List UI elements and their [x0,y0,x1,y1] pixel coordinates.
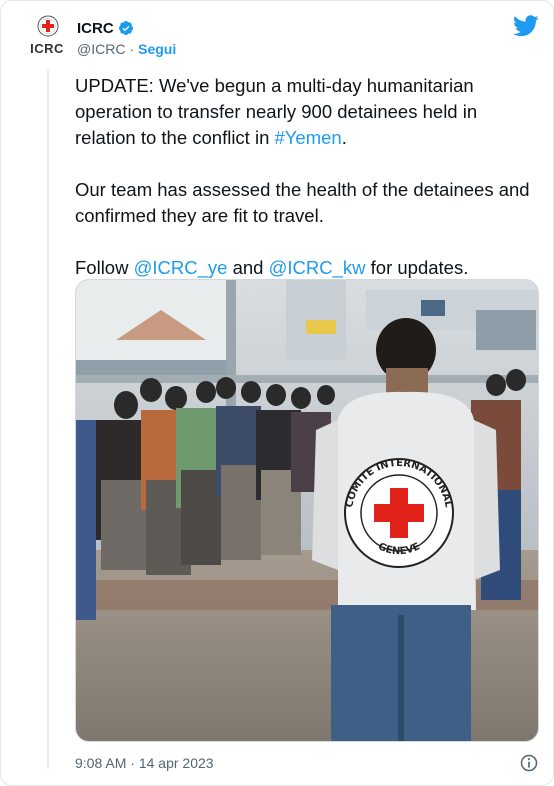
tweet-header: ICRC @ICRC · Segui [77,17,533,61]
thread-line [47,69,49,769]
tweet-photo[interactable]: COMITE INTERNATIONAL GENEVE [75,279,539,742]
date: 14 apr 2023 [138,755,214,771]
tweet-body: UPDATE: We've begun a multi-day humanita… [75,73,537,307]
tweet-footer: 9:08 AM · 14 apr 2023 [75,751,539,775]
tweet-text-3-end: for updates. [365,257,469,278]
display-name[interactable]: ICRC [77,20,114,37]
tweet-paragraph-2: Our team has assessed the health of the … [75,179,530,226]
tweet-text-1-end: . [341,127,347,148]
separator: · [129,41,135,57]
avatar-label: ICRC [30,41,64,56]
photo-scene: COMITE INTERNATIONAL GENEVE [76,280,538,741]
verified-badge-icon [118,21,133,35]
follow-button[interactable]: Segui [138,41,176,57]
time: 9:08 AM [75,755,127,771]
tweet-paragraph-1: UPDATE: We've begun a multi-day humanita… [75,73,537,151]
hashtag-link-yemen[interactable]: #Yemen [275,127,342,148]
red-cross-emblem-icon [37,15,59,37]
tweet-text-3-middle: and [227,257,269,278]
mention-link-icrc-kw[interactable]: @ICRC_kw [269,257,366,278]
timestamp[interactable]: 9:08 AM · 14 apr 2023 [75,755,214,771]
date-separator: · [130,755,135,771]
tweet-text-3-start: Follow [75,257,134,278]
name-row: ICRC [77,17,533,39]
handle[interactable]: @ICRC [77,41,125,57]
tweet-paragraph-3: Follow @ICRC_ye and @ICRC_kw for updates… [75,255,537,281]
tweet-card: ICRC ICRC @ICRC · Segui UPDATE: We've be… [0,0,554,786]
twitter-bird-icon[interactable] [513,15,539,37]
info-icon[interactable] [519,753,539,773]
mention-link-icrc-ye[interactable]: @ICRC_ye [134,257,228,278]
avatar[interactable]: ICRC [27,15,67,61]
handle-row: @ICRC · Segui [77,39,533,59]
